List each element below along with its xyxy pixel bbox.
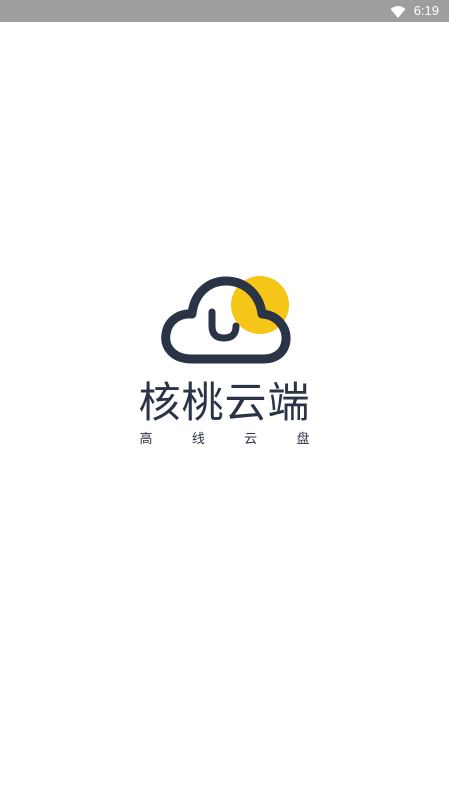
status-bar: 6:19 xyxy=(0,0,449,22)
splash-content: 核桃云端 高 线 云 盘 xyxy=(0,268,449,448)
slogan-char: 盘 xyxy=(296,432,310,447)
slogan-char: 线 xyxy=(191,432,205,447)
wifi-icon xyxy=(390,4,406,18)
status-time: 6:19 xyxy=(413,3,439,18)
splash-screen: 6:19 核桃云端 高 线 云 盘 xyxy=(0,0,449,800)
slogan-char: 高 xyxy=(139,432,153,447)
slogan-char: 云 xyxy=(244,432,258,447)
app-name: 核桃云端 xyxy=(138,378,311,427)
cloud-sun-logo-icon xyxy=(160,276,291,364)
app-slogan: 高 线 云 盘 xyxy=(140,432,310,448)
